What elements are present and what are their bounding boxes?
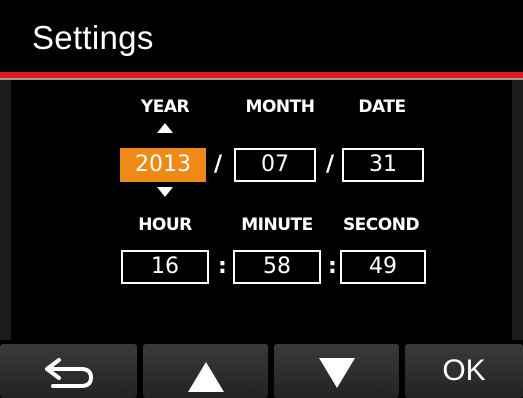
triangle-up-icon bbox=[187, 362, 224, 392]
settings-screen: Settings YEAR MONTH DATE 2013 / 07 / 31 … bbox=[0, 0, 523, 398]
time-separator: : bbox=[218, 254, 227, 279]
date-separator: / bbox=[326, 152, 335, 177]
year-label: YEAR bbox=[140, 97, 190, 117]
page-title: Settings bbox=[32, 19, 154, 56]
datetime-panel: YEAR MONTH DATE 2013 / 07 / 31 HOUR MINU… bbox=[0, 78, 523, 340]
hour-field[interactable]: 16 bbox=[121, 250, 209, 284]
date-label: DATE bbox=[358, 97, 406, 117]
ok-button[interactable]: OK bbox=[405, 344, 523, 398]
year-decrease-arrow-icon[interactable] bbox=[157, 187, 173, 197]
hour-label: HOUR bbox=[138, 215, 192, 235]
minute-field[interactable]: 58 bbox=[233, 250, 321, 284]
return-arrow-icon bbox=[44, 358, 93, 388]
second-field[interactable]: 49 bbox=[340, 250, 426, 284]
back-button[interactable] bbox=[0, 344, 137, 398]
month-field[interactable]: 07 bbox=[234, 148, 316, 182]
down-button[interactable] bbox=[274, 344, 399, 398]
header: Settings bbox=[0, 0, 523, 72]
ok-label: OK bbox=[442, 354, 486, 387]
triangle-down-icon bbox=[318, 358, 355, 388]
up-button[interactable] bbox=[143, 344, 268, 398]
date-field[interactable]: 31 bbox=[342, 148, 424, 182]
date-separator: / bbox=[214, 152, 223, 177]
time-separator: : bbox=[328, 254, 337, 279]
button-bar: OK bbox=[0, 340, 523, 398]
month-label: MONTH bbox=[245, 97, 315, 117]
minute-label: MINUTE bbox=[241, 215, 313, 235]
second-label: SECOND bbox=[342, 215, 420, 235]
year-increase-arrow-icon[interactable] bbox=[157, 123, 173, 133]
year-field[interactable]: 2013 bbox=[120, 148, 206, 182]
